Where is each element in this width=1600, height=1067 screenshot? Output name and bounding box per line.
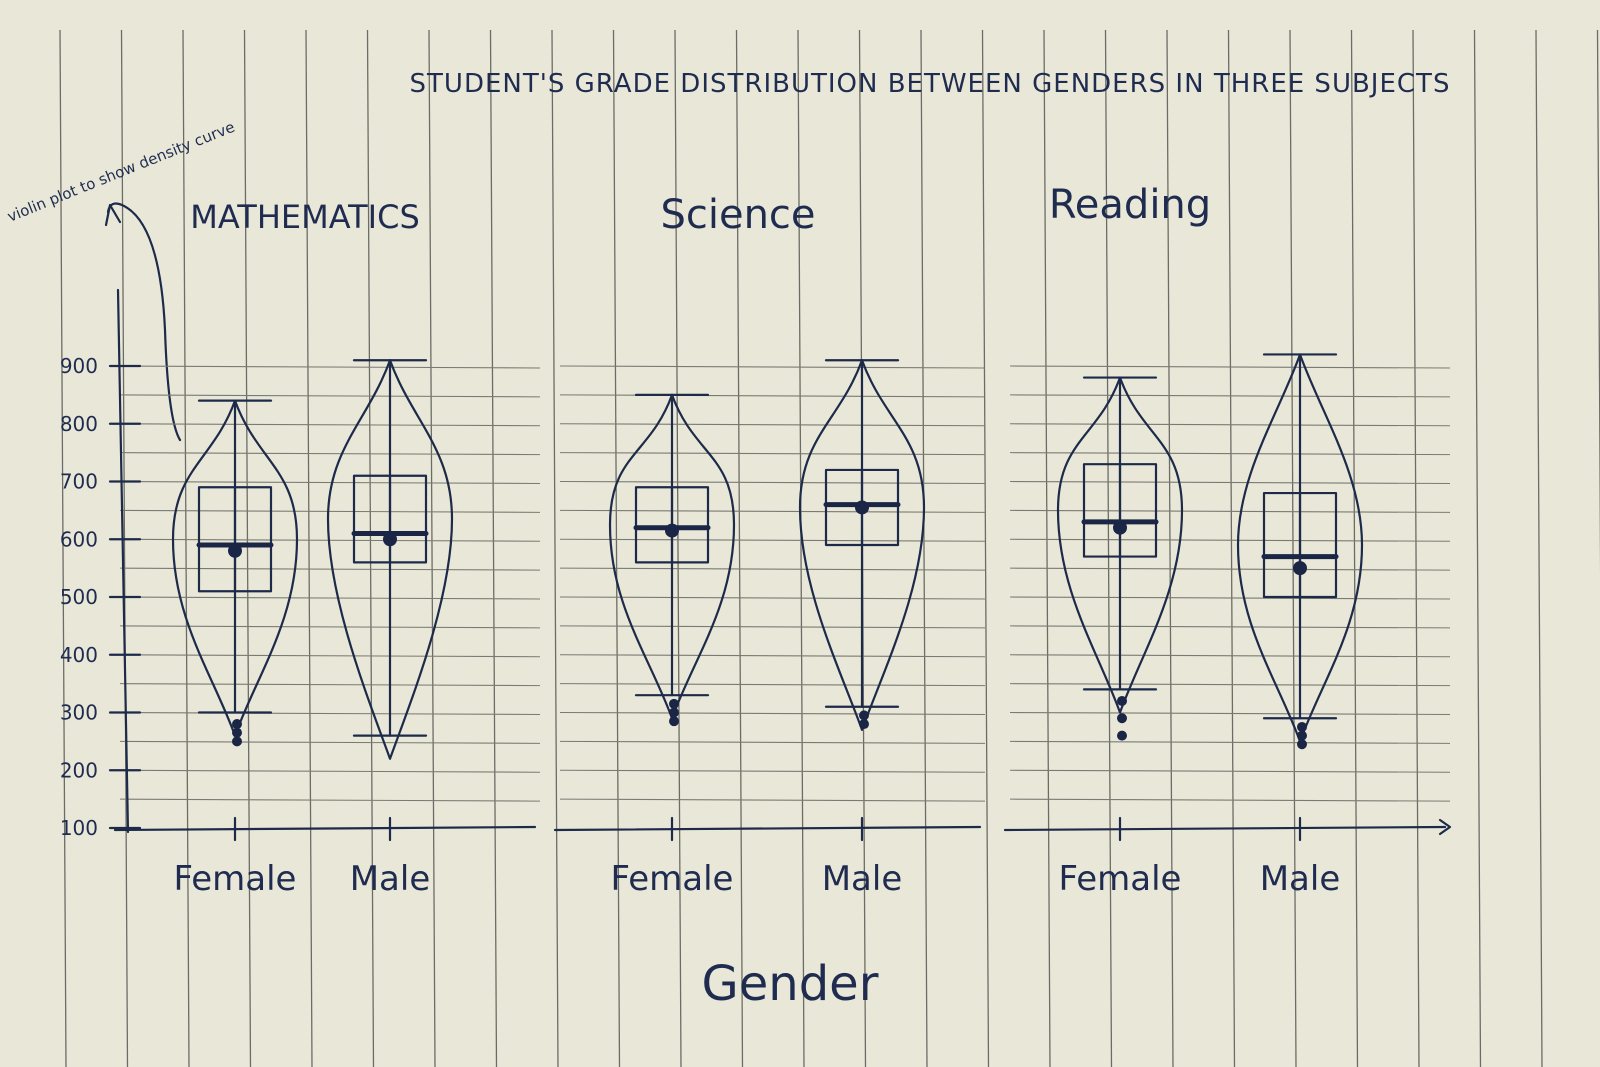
outlier-point xyxy=(669,707,679,718)
subplot-title: Science xyxy=(660,192,815,238)
mean-dot xyxy=(228,543,242,558)
gridline xyxy=(119,596,541,600)
gridline xyxy=(119,365,541,369)
mean-dot xyxy=(1113,520,1127,535)
y-tick-label: 200 xyxy=(60,758,98,782)
mean-dot xyxy=(1293,561,1307,576)
outlier-point xyxy=(232,719,242,730)
gridline xyxy=(1009,567,1451,571)
gridline xyxy=(119,654,541,658)
subplot-1: Science Female Male xyxy=(553,192,982,899)
chart-title: STUDENT'S GRADE DISTRIBUTION BETWEEN GEN… xyxy=(410,69,1451,99)
gridline xyxy=(1009,480,1451,485)
violin-group: Female xyxy=(608,393,736,899)
outlier-point xyxy=(669,716,679,727)
mean-dot xyxy=(665,523,679,538)
gridline xyxy=(119,769,541,773)
x-tick-label: Male xyxy=(1260,859,1341,899)
y-tick-label: 800 xyxy=(60,412,98,436)
gridline xyxy=(1009,452,1451,456)
gridline xyxy=(119,452,541,456)
x-axis-line xyxy=(553,825,982,832)
notebook-page: STUDENT'S GRADE DISTRIBUTION BETWEEN GEN… xyxy=(0,0,1600,1067)
gridline xyxy=(559,683,986,687)
gridline xyxy=(119,423,541,427)
y-tick-label: 900 xyxy=(60,354,98,378)
outlier-point xyxy=(1297,721,1307,732)
outlier-point xyxy=(669,698,679,709)
violin-group: Female xyxy=(1056,376,1184,899)
gridline xyxy=(559,596,986,600)
gridline xyxy=(559,452,986,456)
gridline xyxy=(119,394,541,398)
gridline xyxy=(1009,625,1451,629)
x-tick-label: Female xyxy=(174,859,297,899)
gridline xyxy=(559,740,986,744)
x-tick-label: Female xyxy=(1059,859,1182,899)
gridline xyxy=(559,394,986,398)
y-tick-label: 100 xyxy=(60,816,98,840)
subplot-title: MATHEMATICS xyxy=(190,198,420,236)
y-axis: 100 200 300 400 500 600 700 800 900 xyxy=(60,288,142,840)
outlier-point xyxy=(232,736,242,747)
y-tick-label: 500 xyxy=(60,585,98,609)
y-tick-label: 600 xyxy=(60,527,98,551)
outlier-point xyxy=(232,727,242,738)
gridline xyxy=(119,567,541,571)
gridline xyxy=(119,711,541,716)
gridline xyxy=(559,798,986,802)
gridline xyxy=(559,365,986,369)
y-axis-line xyxy=(116,288,130,834)
gridline xyxy=(1009,394,1451,398)
y-tick-label: 700 xyxy=(60,470,98,494)
x-axis-line xyxy=(1003,825,1447,832)
gridline xyxy=(559,769,986,773)
gridline xyxy=(1009,538,1451,542)
subplot-title: Reading xyxy=(1049,182,1211,228)
subplot-0: MATHEMATICS Female Male xyxy=(113,198,537,899)
gridline xyxy=(119,798,541,802)
gridline xyxy=(1009,683,1451,687)
violin-chart: STUDENT'S GRADE DISTRIBUTION BETWEEN GEN… xyxy=(5,69,1452,1012)
x-tick-label: Male xyxy=(822,859,903,899)
x-axis-line xyxy=(113,825,537,832)
gridline xyxy=(119,509,541,513)
gridline xyxy=(559,711,986,716)
gridline xyxy=(1009,654,1451,658)
violin-group: Male xyxy=(798,359,926,899)
gridline xyxy=(119,480,541,485)
outlier-point xyxy=(1297,739,1307,750)
violin-group: Male xyxy=(326,359,454,899)
gridline xyxy=(559,509,986,513)
gridline xyxy=(1009,596,1451,600)
gridline xyxy=(559,423,986,427)
gridline xyxy=(1009,740,1451,744)
gridline xyxy=(1009,798,1451,802)
outlier-point xyxy=(859,710,869,721)
mean-dot xyxy=(855,500,869,515)
gridline xyxy=(119,740,541,744)
gridline xyxy=(1009,711,1451,716)
x-tick-label: Female xyxy=(611,859,734,899)
gridline xyxy=(119,625,541,629)
outlier-point xyxy=(1117,730,1127,741)
violin-group: Female xyxy=(171,399,299,899)
y-tick-label: 400 xyxy=(60,643,98,667)
gridline xyxy=(1009,365,1451,369)
gridline xyxy=(559,625,986,629)
outlier-point xyxy=(1297,730,1307,741)
gridline xyxy=(1009,769,1451,773)
x-axis-label: Gender xyxy=(702,956,879,1012)
gridline xyxy=(559,654,986,658)
gridline xyxy=(559,567,986,571)
outlier-point xyxy=(1117,695,1127,706)
y-tick-label: 300 xyxy=(60,701,98,725)
mean-dot xyxy=(383,532,397,547)
outlier-point xyxy=(859,719,869,730)
gridline xyxy=(119,683,541,687)
outlier-point xyxy=(1117,713,1127,724)
gridline xyxy=(1009,423,1451,427)
gridline xyxy=(1009,509,1451,513)
x-tick-label: Male xyxy=(350,859,431,899)
